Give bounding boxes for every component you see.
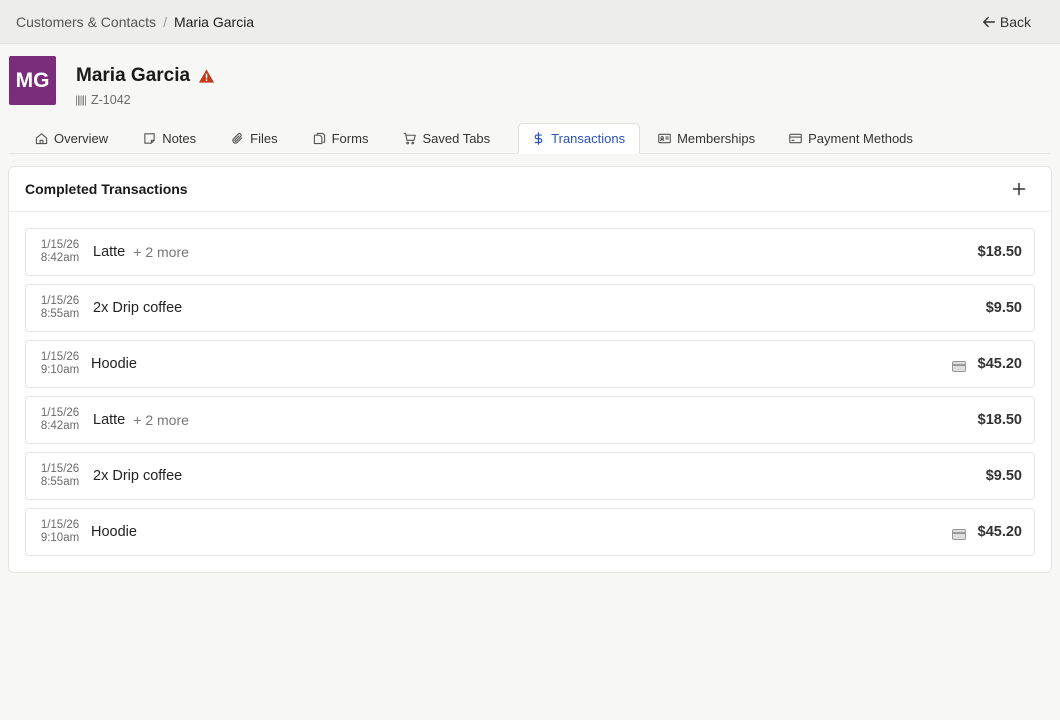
tab-files[interactable]: Files — [212, 123, 293, 153]
transaction-more-items: + 2 more — [133, 244, 189, 260]
tab-label: Files — [250, 131, 278, 146]
transaction-item: Latte — [93, 244, 126, 260]
top-bar: Customers & Contacts / Maria Garcia Back — [0, 0, 1060, 44]
transaction-amount: $9.50 — [985, 468, 1022, 484]
id-card-icon — [658, 133, 671, 144]
transaction-row[interactable]: 1/15/26 8:42am Latte + 2 more $18.50 — [25, 228, 1035, 276]
panel-header: Completed Transactions — [9, 167, 1051, 212]
transaction-amount: $18.50 — [977, 244, 1022, 260]
tab-payment-methods[interactable]: Payment Methods — [771, 123, 929, 153]
warning-icon[interactable] — [198, 68, 215, 84]
transaction-timestamp: 1/15/26 8:55am — [38, 295, 82, 321]
transaction-row[interactable]: 1/15/26 8:55am 2x Drip coffee $9.50 — [25, 452, 1035, 500]
transaction-description: Hoodie — [91, 524, 952, 540]
transaction-item: 2x Drip coffee — [93, 300, 183, 316]
breadcrumb: Customers & Contacts / Maria Garcia — [16, 14, 254, 30]
customer-name: Maria Garcia — [76, 65, 191, 86]
transactions-panel: Completed Transactions 1/15/26 8:42am La… — [8, 166, 1052, 573]
copy-icon — [313, 132, 325, 145]
panel-title: Completed Transactions — [25, 181, 188, 197]
transaction-date: 1/15/26 — [40, 295, 80, 307]
transaction-time: 8:55am — [40, 308, 80, 320]
customer-identity: Maria Garcia Z-1042 — [76, 65, 215, 107]
add-transaction-button[interactable] — [1011, 181, 1027, 197]
transaction-amount: $45.20 — [977, 524, 1022, 540]
tab-label: Saved Tabs — [422, 131, 491, 146]
transaction-timestamp: 1/15/26 8:42am — [38, 239, 82, 265]
back-button[interactable]: Back — [982, 14, 1031, 30]
transaction-amount: $45.20 — [977, 356, 1022, 372]
transaction-date: 1/15/26 — [40, 519, 80, 531]
credit-card-icon — [789, 133, 802, 144]
tab-label: Transactions — [551, 131, 626, 146]
transaction-time: 8:42am — [40, 420, 80, 432]
plus-icon — [1012, 182, 1026, 196]
transaction-item: Hoodie — [91, 524, 137, 540]
tab-label: Overview — [54, 131, 109, 146]
customer-id: Z-1042 — [91, 93, 131, 107]
tab-label: Memberships — [677, 131, 756, 146]
transaction-amount: $18.50 — [977, 412, 1022, 428]
transaction-item: Hoodie — [91, 356, 137, 372]
card-payment-icon — [951, 527, 966, 540]
transaction-date: 1/15/26 — [40, 407, 80, 419]
card-payment-icon — [951, 359, 966, 372]
tab-label: Notes — [162, 131, 197, 146]
tab-label: Forms — [331, 131, 369, 146]
dollar-icon — [534, 132, 543, 145]
tab-saved-tabs[interactable]: Saved Tabs — [384, 123, 506, 153]
tab-overview[interactable]: Overview — [9, 123, 124, 153]
breadcrumb-current: Maria Garcia — [173, 13, 255, 30]
transaction-row[interactable]: 1/15/26 8:42am Latte + 2 more $18.50 — [25, 396, 1035, 444]
transaction-timestamp: 1/15/26 8:55am — [38, 463, 82, 489]
cart-icon — [404, 132, 417, 145]
barcode-icon — [76, 95, 87, 106]
transaction-row[interactable]: 1/15/26 8:55am 2x Drip coffee $9.50 — [25, 284, 1035, 332]
transaction-item: 2x Drip coffee — [93, 468, 183, 484]
transaction-timestamp: 1/15/26 8:42am — [38, 407, 82, 433]
tab-notes[interactable]: Notes — [124, 123, 212, 153]
transaction-item: Latte — [93, 412, 126, 428]
breadcrumb-customers-link[interactable]: Customers & Contacts — [16, 14, 156, 30]
transaction-description: Latte + 2 more — [93, 244, 978, 260]
tab-bar: Overview Notes Files Forms Saved Tabs Tr… — [9, 123, 1051, 154]
transaction-more-items: + 2 more — [133, 412, 189, 428]
note-icon — [144, 133, 155, 144]
transaction-time: 9:10am — [40, 532, 80, 544]
transaction-time: 8:42am — [40, 252, 80, 264]
transaction-list: 1/15/26 8:42am Latte + 2 more $18.50 1/1… — [9, 212, 1051, 556]
tab-memberships[interactable]: Memberships — [640, 123, 771, 153]
transaction-time: 9:10am — [40, 364, 80, 376]
home-icon — [35, 133, 48, 145]
transaction-description: Hoodie — [91, 356, 952, 372]
transaction-description: 2x Drip coffee — [93, 300, 986, 316]
paperclip-icon — [232, 133, 243, 144]
transaction-row[interactable]: 1/15/26 9:10am Hoodie $45.20 — [25, 340, 1035, 388]
back-label: Back — [999, 13, 1031, 30]
transaction-row[interactable]: 1/15/26 9:10am Hoodie $45.20 — [25, 508, 1035, 556]
transaction-time: 8:55am — [40, 476, 80, 488]
tab-label: Payment Methods — [808, 131, 913, 146]
customer-header: MG Maria Garcia Z-1042 — [9, 56, 215, 107]
transaction-amount: $9.50 — [985, 300, 1022, 316]
transaction-timestamp: 1/15/26 9:10am — [38, 519, 82, 545]
transaction-description: 2x Drip coffee — [93, 468, 986, 484]
avatar: MG — [9, 56, 56, 105]
arrow-left-icon — [982, 16, 995, 27]
transaction-timestamp: 1/15/26 9:10am — [38, 351, 82, 377]
transaction-date: 1/15/26 — [40, 239, 80, 251]
breadcrumb-separator: / — [163, 13, 167, 30]
transaction-date: 1/15/26 — [40, 463, 80, 475]
transaction-description: Latte + 2 more — [93, 412, 978, 428]
tab-forms[interactable]: Forms — [294, 123, 385, 153]
transaction-date: 1/15/26 — [40, 351, 80, 363]
tab-transactions[interactable]: Transactions — [518, 123, 641, 154]
